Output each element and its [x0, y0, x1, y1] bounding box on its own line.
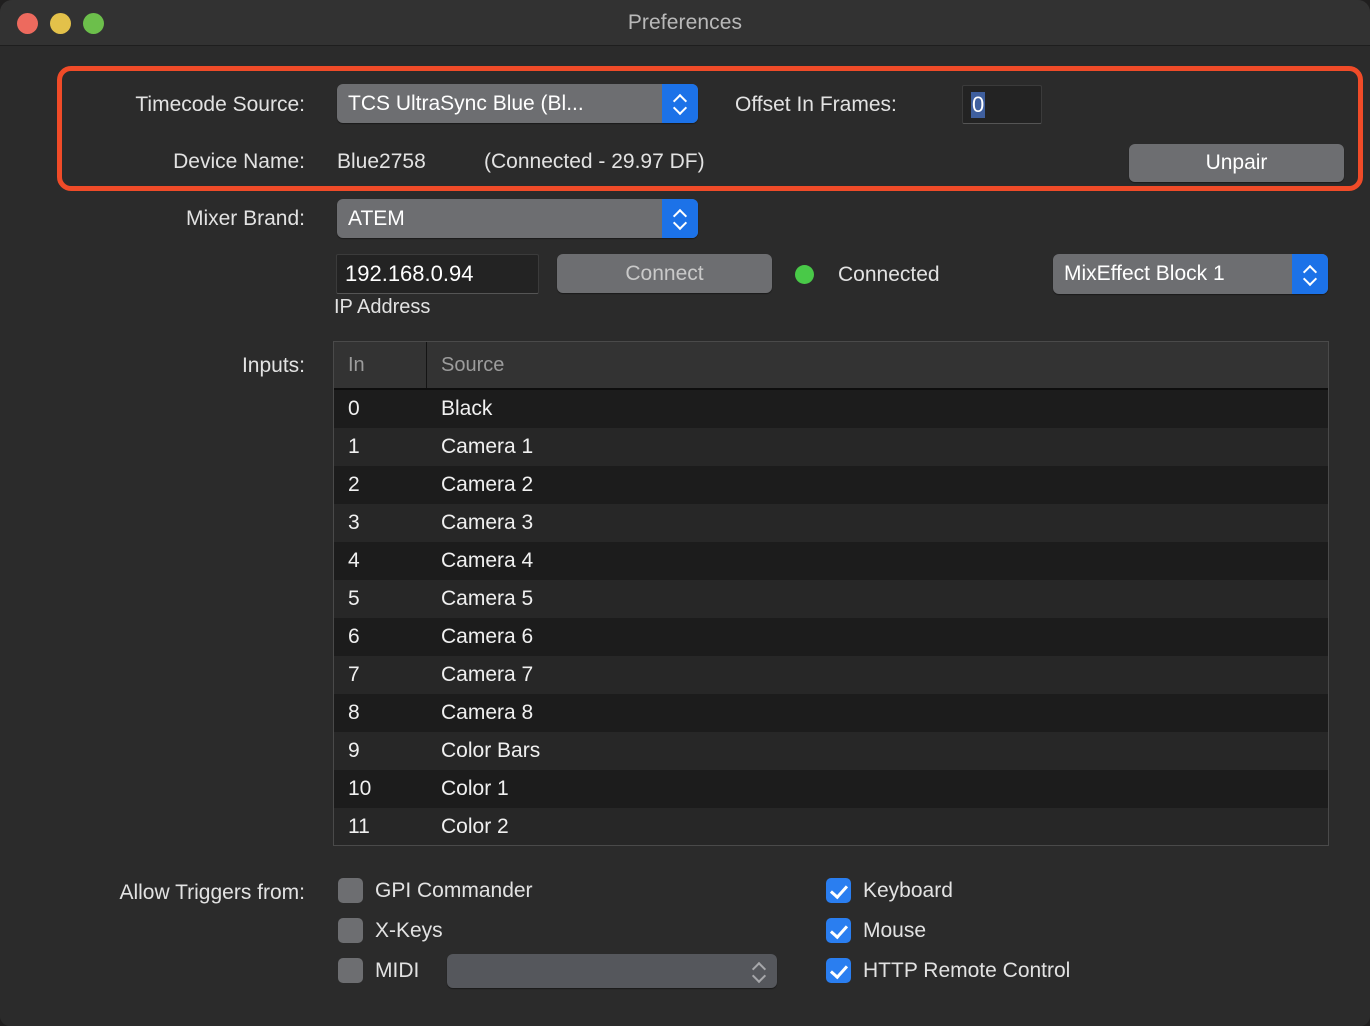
- device-name-value: Blue2758: [337, 150, 426, 173]
- trigger-midi[interactable]: MIDI: [338, 958, 419, 983]
- table-row[interactable]: 4 Camera 4: [334, 542, 1328, 580]
- offset-in-frames-label: Offset In Frames:: [735, 93, 897, 116]
- cell-source: Camera 3: [441, 511, 534, 534]
- inputs-label: Inputs:: [241, 354, 305, 377]
- cell-in: 1: [348, 435, 360, 458]
- timecode-source-select[interactable]: TCS UltraSync Blue (Bl...: [337, 84, 698, 123]
- ip-address-caption: IP Address: [334, 296, 431, 318]
- cell-source: Camera 5: [441, 587, 534, 610]
- cell-source: Color Bars: [441, 739, 541, 762]
- offset-in-frames-input[interactable]: 0: [962, 85, 1042, 124]
- trigger-x-keys[interactable]: X-Keys: [338, 918, 443, 943]
- trigger-label: X-Keys: [375, 918, 443, 942]
- chevron-updown-icon[interactable]: [1292, 254, 1328, 294]
- table-row[interactable]: 8 Camera 8: [334, 694, 1328, 732]
- trigger-http-remote-control[interactable]: HTTP Remote Control: [826, 958, 1070, 983]
- table-row[interactable]: 1 Camera 1: [334, 428, 1328, 466]
- connection-status-indicator: [795, 265, 814, 284]
- cell-in: 3: [348, 511, 360, 534]
- connect-button[interactable]: Connect: [557, 254, 772, 293]
- cell-source: Color 1: [441, 777, 509, 800]
- preferences-body: Timecode Source: TCS UltraSync Blue (Bl.…: [0, 46, 1370, 1026]
- trigger-label: Mouse: [863, 918, 927, 942]
- cell-in: 0: [348, 397, 360, 420]
- cell-source: Color 2: [441, 815, 509, 838]
- device-name-label: Device Name:: [173, 150, 305, 173]
- column-header-source[interactable]: Source: [427, 342, 1328, 388]
- chevron-updown-icon[interactable]: [662, 84, 698, 123]
- cell-source: Camera 8: [441, 701, 534, 724]
- checkbox-x-keys[interactable]: [338, 918, 363, 943]
- cell-in: 11: [348, 815, 370, 838]
- cell-source: Camera 2: [441, 473, 534, 496]
- timecode-source-label: Timecode Source:: [135, 93, 305, 116]
- trigger-gpi-commander[interactable]: GPI Commander: [338, 878, 533, 903]
- preferences-window: Preferences Timecode Source: TCS UltraSy…: [0, 0, 1370, 1026]
- offset-in-frames-value: 0: [971, 91, 986, 118]
- cell-in: 4: [348, 549, 360, 572]
- ip-address-input[interactable]: 192.168.0.94: [336, 254, 539, 294]
- checkbox-gpi-commander[interactable]: [338, 878, 363, 903]
- cell-in: 10: [348, 777, 372, 800]
- chevron-updown-icon[interactable]: [662, 199, 698, 238]
- cell-in: 5: [348, 587, 360, 610]
- table-row[interactable]: 6 Camera 6: [334, 618, 1328, 656]
- cell-in: 7: [348, 663, 360, 686]
- inputs-table-header: In Source: [334, 342, 1328, 390]
- cell-in: 9: [348, 739, 360, 762]
- unpair-button[interactable]: Unpair: [1129, 144, 1344, 182]
- midi-device-select[interactable]: [447, 954, 777, 988]
- table-row[interactable]: 0 Black: [334, 390, 1328, 428]
- trigger-label: MIDI: [375, 958, 420, 982]
- cell-in: 2: [348, 473, 360, 496]
- mixer-brand-select[interactable]: ATEM: [337, 199, 698, 238]
- checkbox-http-remote-control[interactable]: [826, 958, 851, 983]
- checkbox-midi[interactable]: [338, 958, 363, 983]
- table-row[interactable]: 3 Camera 3: [334, 504, 1328, 542]
- cell-source: Camera 4: [441, 549, 534, 572]
- checkbox-mouse[interactable]: [826, 918, 851, 943]
- column-header-in[interactable]: In: [334, 342, 427, 388]
- cell-source: Camera 7: [441, 663, 534, 686]
- device-status-text: (Connected - 29.97 DF): [484, 150, 705, 173]
- titlebar: Preferences: [0, 0, 1370, 46]
- table-row[interactable]: 2 Camera 2: [334, 466, 1328, 504]
- trigger-label: HTTP Remote Control: [863, 958, 1071, 982]
- ip-address-value: 192.168.0.94: [345, 261, 474, 286]
- mixer-brand-value: ATEM: [348, 206, 405, 230]
- table-row[interactable]: 7 Camera 7: [334, 656, 1328, 694]
- cell-source: Black: [441, 397, 493, 420]
- cell-in: 8: [348, 701, 360, 724]
- window-title: Preferences: [627, 11, 743, 34]
- table-row[interactable]: 11 Color 2: [334, 808, 1328, 845]
- trigger-label: GPI Commander: [375, 878, 533, 902]
- chevron-updown-icon[interactable]: [741, 954, 777, 988]
- cell-source: Camera 6: [441, 625, 534, 648]
- inputs-table-body: 0 Black 1 Camera 1 2 Camera 2 3 Camera 3 4 Camera…: [334, 390, 1328, 845]
- cell-source: Camera 1: [441, 435, 534, 458]
- table-row[interactable]: 9 Color Bars: [334, 732, 1328, 770]
- mixeffect-block-value: MixEffect Block 1: [1064, 262, 1225, 285]
- checkbox-keyboard[interactable]: [826, 878, 851, 903]
- trigger-label: Keyboard: [863, 878, 953, 902]
- trigger-keyboard[interactable]: Keyboard: [826, 878, 953, 903]
- trigger-mouse[interactable]: Mouse: [826, 918, 926, 943]
- mixer-brand-label: Mixer Brand:: [185, 207, 305, 230]
- table-row[interactable]: 5 Camera 5: [334, 580, 1328, 618]
- connection-status-label: Connected: [838, 263, 940, 286]
- table-row[interactable]: 10 Color 1: [334, 770, 1328, 808]
- inputs-table[interactable]: In Source 0 Black 1 Camera 1 2 Camera 2 3 Camer…: [333, 341, 1329, 846]
- mixeffect-block-select[interactable]: MixEffect Block 1: [1053, 254, 1328, 294]
- cell-in: 6: [348, 625, 360, 648]
- allow-triggers-label: Allow Triggers from:: [119, 881, 305, 904]
- timecode-source-value: TCS UltraSync Blue (Bl...: [348, 91, 584, 115]
